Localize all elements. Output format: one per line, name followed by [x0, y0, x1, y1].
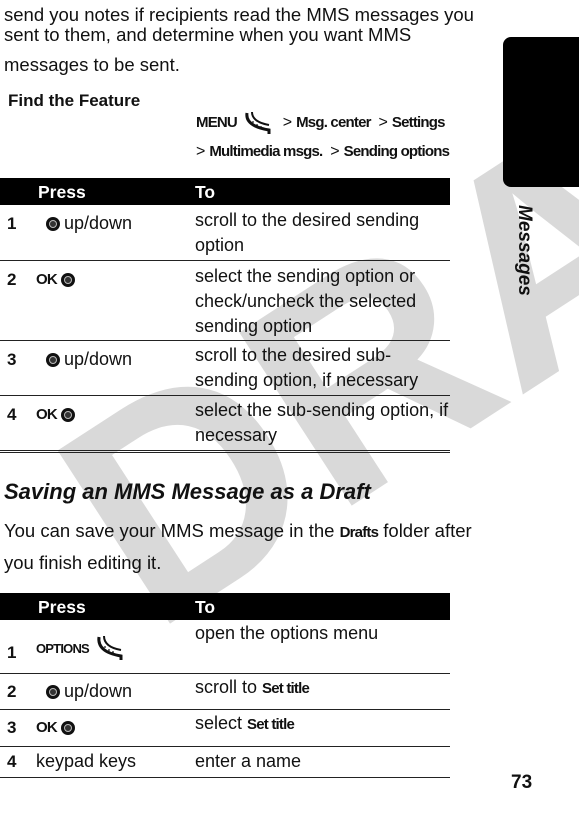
find-feature-path: MENU > Msg. center > Settings > Multimedia … — [196, 108, 456, 166]
table-row: 3 up/down scroll to the desired sub-send… — [0, 341, 450, 396]
table-divider — [0, 452, 450, 453]
nav-key-icon — [46, 684, 60, 699]
table-row: 2 up/down scroll to Set title — [0, 674, 450, 710]
path-separator: > — [196, 143, 206, 160]
table-row: 4 keypad keys enter a name — [0, 747, 450, 778]
step-description: scroll to — [195, 677, 263, 697]
step-description: open the options menu — [195, 623, 379, 643]
nav-key-icon — [46, 352, 60, 367]
step-number: 4 — [7, 405, 17, 424]
steps-table-save-draft: Press To 1 OPTIONS open the options menu… — [0, 593, 450, 778]
intro-line-3: messages to be sent. — [4, 54, 180, 75]
table-row: 2 OK select the sending option or check/… — [0, 261, 450, 341]
table-row: 1 OPTIONS open the options menu — [0, 620, 450, 674]
step-description: scroll to the desired sending option — [195, 210, 420, 255]
soft-key-icon — [97, 635, 123, 660]
nav-key-icon — [46, 216, 60, 231]
step-number: 2 — [7, 270, 17, 289]
table-row: 4 OK select the sub-sending option, if n… — [0, 396, 450, 451]
table-header: Press To — [0, 593, 450, 620]
path-multimedia-msgs: Multimedia msgs. — [209, 143, 323, 160]
table-header: Press To — [0, 178, 450, 205]
step-number: 3 — [7, 718, 17, 737]
nav-key-icon — [60, 407, 75, 422]
path-separator: > — [378, 114, 388, 131]
find-feature-label: Find the Feature — [8, 91, 141, 110]
path-separator: > — [282, 114, 293, 131]
steps-table-sending-options: Press To 1 up/down scroll to the desired… — [0, 178, 450, 451]
section-heading: Saving an MMS Message as a Draft — [4, 479, 371, 504]
drafts-folder-name: Drafts — [339, 524, 379, 541]
press-text: up/down — [64, 681, 133, 701]
section-paragraph: You can save your MMS message in the Dra… — [4, 516, 472, 548]
path-sending-options: Sending options — [343, 143, 450, 160]
header-press: Press — [38, 182, 86, 202]
soft-key-icon — [245, 112, 271, 135]
ok-key-label: OK — [36, 719, 58, 736]
nav-key-icon — [60, 272, 75, 287]
options-key-label: OPTIONS — [36, 640, 90, 656]
ok-key-label: OK — [36, 271, 58, 288]
header-to: To — [195, 182, 216, 202]
table-row: 3 OK select Set title — [0, 710, 450, 747]
nav-key-icon — [60, 720, 75, 735]
section-paragraph-line-2: you finish editing it. — [4, 552, 162, 573]
page-number: 73 — [511, 772, 533, 793]
step-description: enter a name — [195, 751, 302, 771]
path-separator: > — [330, 143, 340, 160]
path-settings: Settings — [391, 114, 446, 131]
para-text: folder after — [378, 520, 472, 541]
step-number: 3 — [7, 350, 17, 369]
step-number: 4 — [7, 752, 17, 771]
step-description: select the sending option or check/unche… — [195, 266, 417, 336]
menu-item-set-title: Set title — [247, 716, 295, 733]
step-number: 2 — [7, 682, 17, 701]
intro-line-2: sent to them, and determine when you wan… — [4, 24, 412, 45]
path-msg-center: Msg. center — [296, 114, 371, 131]
header-to: To — [195, 597, 216, 617]
ok-key-label: OK — [36, 406, 58, 423]
table-row: 1 up/down scroll to the desired sending … — [0, 205, 450, 261]
step-number: 1 — [7, 643, 17, 662]
press-text: keypad keys — [36, 751, 137, 771]
step-number: 1 — [7, 214, 17, 233]
header-press: Press — [38, 597, 86, 617]
para-text: You can save your MMS message in the — [4, 520, 340, 541]
chapter-tab — [503, 37, 579, 187]
chapter-label: Messages — [514, 205, 535, 296]
press-text: up/down — [64, 349, 133, 369]
press-text: up/down — [64, 213, 133, 233]
menu-key-label: MENU — [196, 114, 238, 131]
step-description: select the sub-sending option, if necess… — [195, 400, 449, 445]
step-description: scroll to the desired sub-sending option… — [195, 345, 419, 390]
step-description: select — [195, 713, 248, 733]
menu-item-set-title: Set title — [262, 680, 310, 697]
